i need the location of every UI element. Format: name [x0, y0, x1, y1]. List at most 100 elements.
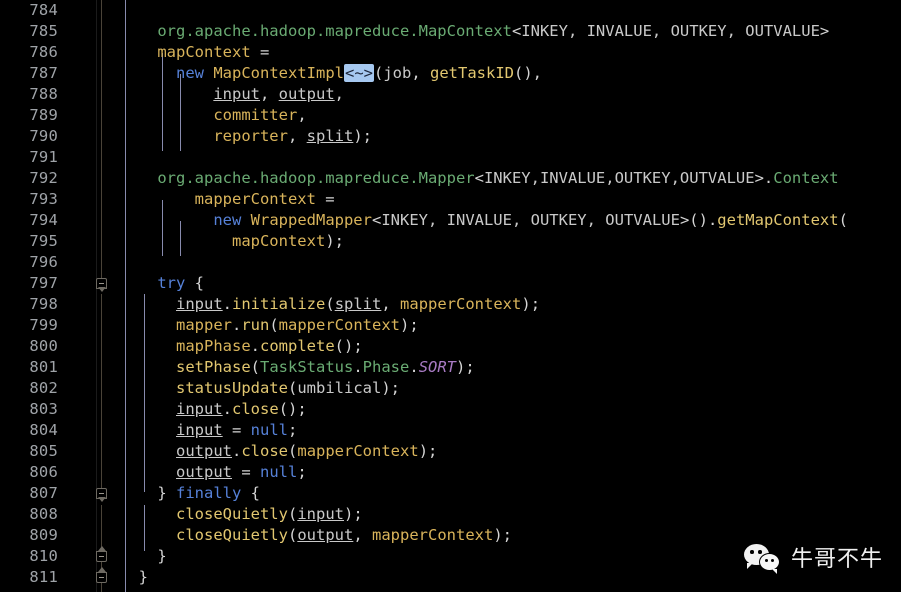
token-paren: (: [287, 526, 298, 544]
token-paren: (: [373, 64, 384, 82]
line-number: 793: [29, 190, 58, 208]
code-line-787[interactable]: new MapContextImpl<~>(job, getTaskID(),: [120, 63, 542, 84]
token-paren: );: [353, 127, 372, 145]
token-generic-params: INKEY,INVALUE,OUTKEY,OUTVALUE: [483, 169, 755, 187]
token-field-input: input: [176, 400, 223, 418]
token-variable-mappercontext: mapperContext: [120, 190, 316, 208]
token-paren: (),: [514, 64, 542, 82]
token-angle-open: <: [511, 22, 522, 40]
token-comma: ,: [260, 85, 279, 103]
code-line-808[interactable]: closeQuietly(input);: [120, 504, 363, 525]
token-field-output: output: [297, 526, 354, 544]
token-angle-open: <: [474, 169, 484, 187]
line-number: 809: [29, 526, 58, 544]
code-line-807[interactable]: } finally {: [120, 483, 260, 504]
token-brace-open: {: [241, 484, 260, 502]
code-editor[interactable]: 784 785 786 787 788 789 790 791 792 793 …: [0, 0, 901, 592]
line-number: 802: [29, 379, 58, 397]
token-call-complete: complete: [260, 337, 335, 355]
line-number: 786: [29, 43, 58, 61]
wechat-eye-left: [750, 550, 755, 554]
token-class-phase: Phase: [362, 358, 410, 376]
code-line-797[interactable]: try {: [120, 273, 204, 294]
line-number: 788: [29, 85, 58, 103]
token-paren: );: [521, 295, 541, 313]
code-line-803[interactable]: input.close();: [120, 399, 307, 420]
code-line-790[interactable]: reporter, split);: [120, 126, 372, 147]
token-dot: .: [250, 337, 260, 355]
token-call-setphase: setPhase: [120, 358, 251, 376]
code-line-786[interactable]: mapContext =: [120, 42, 269, 63]
token-arg-mappercontext: mapperContext: [297, 442, 419, 460]
token-call-initialize: initialize: [232, 295, 326, 313]
code-line-806[interactable]: output = null;: [120, 462, 307, 483]
token-arg-mappercontext: mapperContext: [372, 526, 494, 544]
token-field-output: output: [176, 442, 232, 460]
token-comma: ,: [381, 295, 401, 313]
fold-toggle-block-end[interactable]: [96, 546, 107, 562]
code-line-798[interactable]: input.initialize(split, mapperContext);: [120, 294, 540, 315]
line-number: 792: [29, 169, 58, 187]
fold-toggle-try[interactable]: [96, 278, 107, 292]
code-line-811[interactable]: }: [120, 567, 148, 588]
token-call-closequietly: closeQuietly: [120, 526, 288, 544]
line-number: 796: [29, 253, 58, 271]
code-line-788[interactable]: input, output,: [120, 84, 344, 105]
token-variable-mapphase: mapPhase: [120, 337, 251, 355]
line-number: 799: [29, 316, 58, 334]
code-line-794[interactable]: new WrappedMapper<INKEY, INVALUE, OUTKEY…: [120, 210, 848, 231]
fold-toggle-method-end[interactable]: [96, 567, 107, 583]
token-field-split: split: [306, 127, 354, 145]
line-number: 807: [29, 484, 58, 502]
token-paren: );: [381, 379, 400, 397]
line-number: 805: [29, 442, 58, 460]
code-line-799[interactable]: mapper.run(mapperContext);: [120, 315, 419, 336]
token-dot: .: [222, 295, 233, 313]
token-arg-mappercontext: mapperContext: [400, 295, 522, 313]
code-line-793[interactable]: mapperContext =: [120, 189, 335, 210]
token-field-input: input: [297, 505, 344, 523]
token-paren: (: [838, 211, 848, 229]
code-line-800[interactable]: mapPhase.complete();: [120, 336, 363, 357]
code-line-785[interactable]: org.apache.hadoop.mapreduce.MapContext<I…: [120, 21, 829, 42]
token-keyword-null: null: [250, 421, 288, 439]
code-line-810[interactable]: }: [120, 546, 166, 567]
code-folding-gutter[interactable]: [96, 0, 120, 592]
token-arg-umbilical: umbilical: [297, 379, 382, 397]
token-paren: );: [344, 505, 363, 523]
code-line-789[interactable]: committer,: [120, 105, 306, 126]
fold-toggle-finally[interactable]: [96, 488, 107, 502]
token-paren: );: [493, 526, 512, 544]
token-nested-class-context: Context: [773, 169, 839, 187]
code-line-802[interactable]: statusUpdate(umbilical);: [120, 378, 400, 399]
token-type-mapcontextimpl: MapContextImpl: [204, 64, 344, 82]
token-generic-params: INKEY, INVALUE, OUTKEY, OUTVALUE: [521, 22, 820, 40]
code-line-801[interactable]: setPhase(TaskStatus.Phase.SORT);: [120, 357, 475, 378]
folded-generic-placeholder[interactable]: <~>: [343, 64, 374, 82]
token-call-closequietly: closeQuietly: [120, 505, 288, 523]
code-line-804[interactable]: input = null;: [120, 420, 297, 441]
token-angle-close: >().: [679, 211, 718, 229]
token-keyword-new: new: [120, 211, 242, 229]
code-line-792[interactable]: org.apache.hadoop.mapreduce.Mapper<INKEY…: [120, 168, 839, 189]
token-field-output: output: [278, 85, 335, 103]
token-paren: ();: [278, 400, 307, 418]
code-line-805[interactable]: output.close(mapperContext);: [120, 441, 437, 462]
token-call-close: close: [232, 400, 279, 418]
line-number: 784: [29, 1, 58, 19]
code-content[interactable]: org.apache.hadoop.mapreduce.MapContext<I…: [120, 0, 901, 592]
line-number: 808: [29, 505, 58, 523]
line-number: 791: [29, 148, 58, 166]
line-number: 790: [29, 127, 58, 145]
code-line-809[interactable]: closeQuietly(output, mapperContext);: [120, 525, 512, 546]
code-line-795[interactable]: mapContext);: [120, 231, 344, 252]
token-angle-open: <: [371, 211, 382, 229]
token-brace-close: }: [120, 568, 148, 586]
line-number: 810: [29, 547, 58, 565]
